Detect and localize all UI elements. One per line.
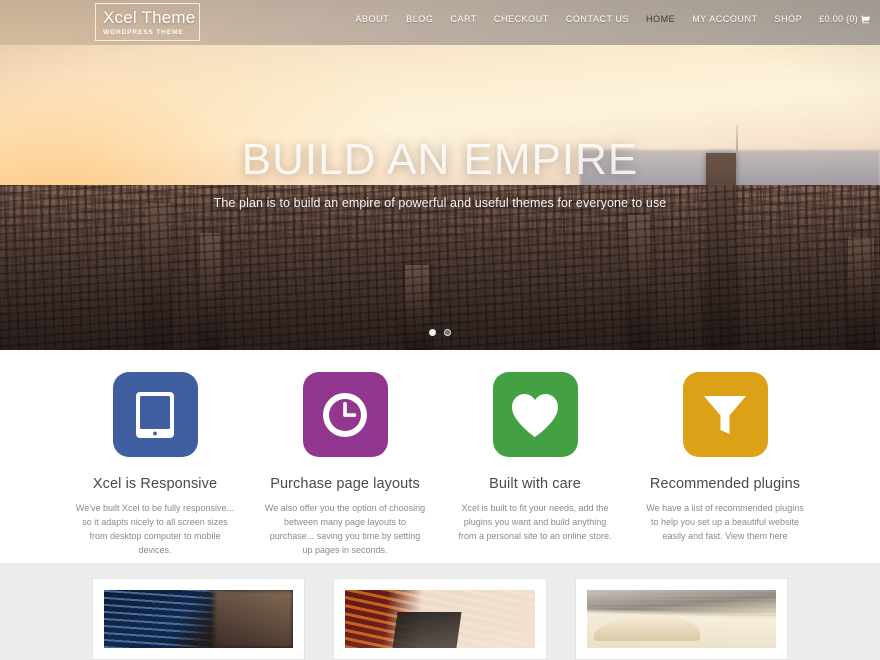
feature-description: Xcel is built to fit your needs, add the… [458, 503, 612, 541]
main-navigation: ABOUT BLOG CART CHECKOUT CONTACT US HOME… [355, 14, 870, 24]
nav-item-blog[interactable]: BLOG [406, 14, 433, 24]
feature-icon-container[interactable] [112, 372, 198, 457]
shopping-cart-icon [861, 15, 870, 24]
site-logo[interactable]: Xcel Theme WORDPRESS THEME [95, 3, 200, 41]
feature-description: We've built Xcel to be fully responsive.… [75, 503, 235, 555]
logo-title: Xcel Theme [103, 7, 196, 27]
feature-description: We also offer you the option of choosing… [264, 503, 426, 555]
tablet-icon [136, 391, 174, 438]
hero-title: BUILD AN EMPIRE [241, 135, 639, 184]
feature-recommended-plugins: Recommended plugins We have a list of re… [630, 372, 820, 563]
nav-item-checkout[interactable]: CHECKOUT [494, 14, 549, 24]
slider-dot-2[interactable] [444, 329, 451, 336]
heart-icon [510, 392, 560, 438]
blog-card-image [586, 590, 776, 648]
nav-item-cart[interactable]: CART [450, 14, 477, 24]
nav-item-my-account[interactable]: MY ACCOUNT [692, 14, 757, 24]
clock-icon [321, 391, 369, 439]
hero-text-block: BUILD AN EMPIRE The plan is to build an … [0, 135, 880, 210]
feature-title: Built with care [489, 476, 581, 492]
nav-item-contact-us[interactable]: CONTACT US [566, 14, 629, 24]
funnel-icon [702, 392, 748, 438]
blog-card[interactable] [333, 578, 547, 660]
open-notebook-photo [586, 590, 776, 648]
hero-section: Xcel Theme WORDPRESS THEME ABOUT BLOG CA… [0, 0, 880, 350]
nav-item-about[interactable]: ABOUT [355, 14, 389, 24]
feature-icon-container[interactable] [682, 372, 768, 457]
feature-title: Recommended plugins [649, 476, 801, 492]
feature-title: Purchase page layouts [270, 476, 420, 492]
feature-built-with-care: Built with care Xcel is built to fit you… [440, 372, 630, 563]
slider-dot-1[interactable] [429, 329, 436, 336]
feature-page-layouts: Purchase page layouts We also offer you … [250, 372, 440, 563]
laptop-graphics-tablet-photo [345, 590, 535, 648]
blog-card-image [104, 590, 294, 648]
feature-responsive: Xcel is Responsive We've built Xcel to b… [60, 372, 250, 563]
site-header-bar: Xcel Theme WORDPRESS THEME ABOUT BLOG CA… [0, 0, 880, 45]
feature-icon-container[interactable] [492, 372, 578, 457]
feature-icon-container[interactable] [302, 372, 388, 457]
hero-subtitle: The plan is to build an empire of powerf… [213, 196, 667, 210]
feature-title: Xcel is Responsive [92, 476, 218, 492]
blog-cards-row [0, 578, 880, 660]
cart-total-link[interactable]: £0.00 (0) [819, 14, 870, 24]
blog-card[interactable] [92, 578, 306, 660]
blog-card-image [345, 590, 535, 648]
logo-subtitle: WORDPRESS THEME [103, 28, 184, 36]
slider-pagination [0, 329, 880, 336]
nav-item-home[interactable]: HOME [646, 14, 675, 24]
laptop-coding-photo [104, 590, 294, 648]
features-section: Xcel is Responsive We've built Xcel to b… [0, 350, 880, 563]
nav-item-shop[interactable]: SHOP [775, 14, 803, 24]
feature-description: We have a list of recommended plugins to… [646, 503, 804, 541]
blog-card[interactable] [574, 578, 788, 660]
blog-cards-section [0, 563, 880, 660]
cart-total-label: £0.00 (0) [819, 14, 858, 24]
